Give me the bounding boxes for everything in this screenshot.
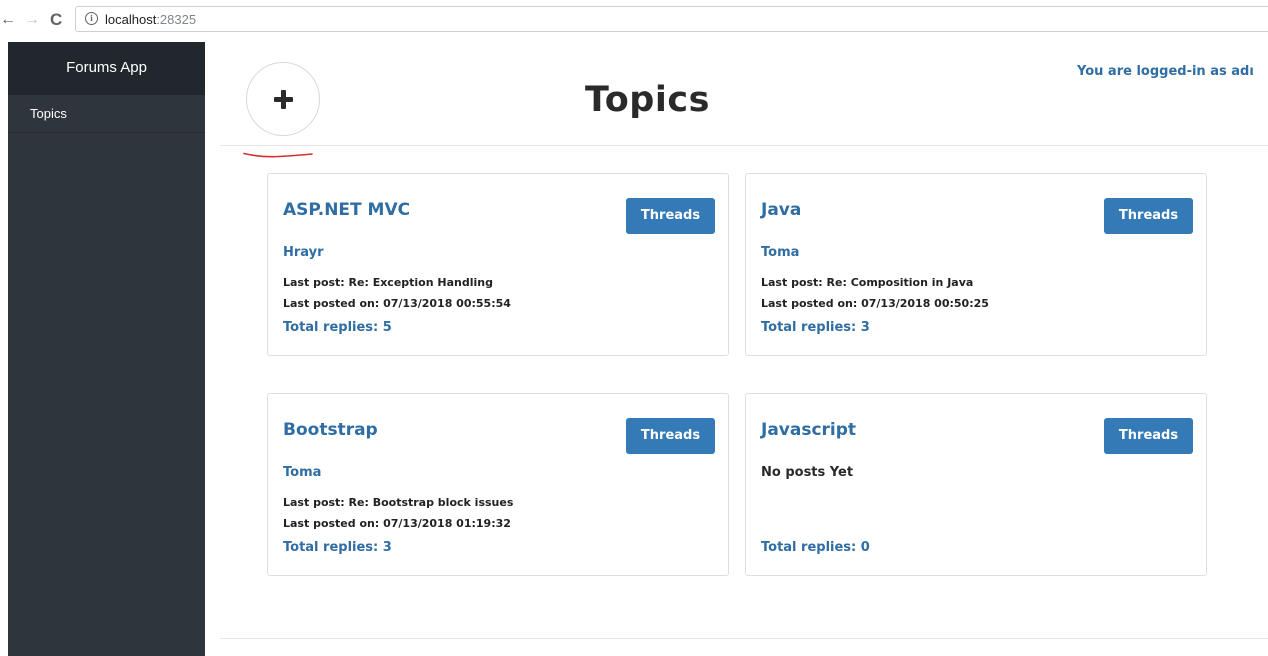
topic-title[interactable]: Javascript — [761, 420, 856, 440]
topic-card: Java Threads Toma Last post: Re: Composi… — [745, 173, 1207, 356]
reload-icon[interactable]: C — [50, 10, 62, 30]
info-icon[interactable]: i — [85, 12, 98, 25]
total-replies[interactable]: Total replies: 3 — [283, 540, 392, 555]
last-post: Last post: Re: Composition in Java — [761, 276, 974, 289]
address-bar[interactable]: i localhost:28325 — [75, 6, 1268, 32]
browser-toolbar: ← → C i localhost:28325 — [0, 0, 1268, 42]
topic-title[interactable]: Bootstrap — [283, 420, 378, 440]
plus-icon-stroke — [281, 90, 286, 109]
last-posted-on: Last posted on: 07/13/2018 01:19:32 — [283, 517, 511, 530]
last-posted-on: Last posted on: 07/13/2018 00:50:25 — [761, 297, 989, 310]
topic-card: Bootstrap Threads Toma Last post: Re: Bo… — [267, 393, 729, 576]
forward-arrow-icon[interactable]: → — [24, 10, 40, 30]
url-port: :28325 — [156, 12, 197, 27]
threads-button[interactable]: Threads — [626, 418, 715, 454]
red-underline-annotation — [243, 152, 313, 158]
threads-button[interactable]: Threads — [1104, 198, 1193, 234]
footer-divider — [220, 638, 1268, 639]
page-title: Topics — [585, 80, 710, 120]
last-post: Last post: Re: Exception Handling — [283, 276, 493, 289]
threads-button[interactable]: Threads — [1104, 418, 1193, 454]
total-replies[interactable]: Total replies: 3 — [761, 320, 870, 335]
app-brand[interactable]: Forums App — [8, 42, 205, 95]
last-posted-on: Last posted on: 07/13/2018 00:55:54 — [283, 297, 511, 310]
no-posts-text: No posts Yet — [761, 465, 854, 480]
threads-button[interactable]: Threads — [626, 198, 715, 234]
sidebar-item-topics[interactable]: Topics — [8, 95, 205, 133]
last-post: Last post: Re: Bootstrap block issues — [283, 496, 514, 509]
login-status: You are logged-in as adı — [1077, 64, 1254, 79]
total-replies[interactable]: Total replies: 0 — [761, 540, 870, 555]
header-divider — [220, 145, 1268, 146]
url-text: localhost:28325 — [105, 12, 196, 27]
back-arrow-icon[interactable]: ← — [0, 10, 16, 30]
topic-card: ASP.NET MVC Threads Hrayr Last post: Re:… — [267, 173, 729, 356]
url-host: localhost — [105, 12, 157, 27]
total-replies[interactable]: Total replies: 5 — [283, 320, 392, 335]
add-topic-button[interactable] — [246, 62, 320, 136]
topic-author[interactable]: Toma — [283, 465, 321, 480]
topic-author[interactable]: Hrayr — [283, 245, 324, 260]
topic-title[interactable]: Java — [761, 200, 801, 220]
topic-title[interactable]: ASP.NET MVC — [283, 200, 410, 220]
sidebar: Forums App Topics — [8, 42, 205, 656]
topic-author[interactable]: Toma — [761, 245, 799, 260]
topic-card: Javascript Threads No posts Yet Total re… — [745, 393, 1207, 576]
